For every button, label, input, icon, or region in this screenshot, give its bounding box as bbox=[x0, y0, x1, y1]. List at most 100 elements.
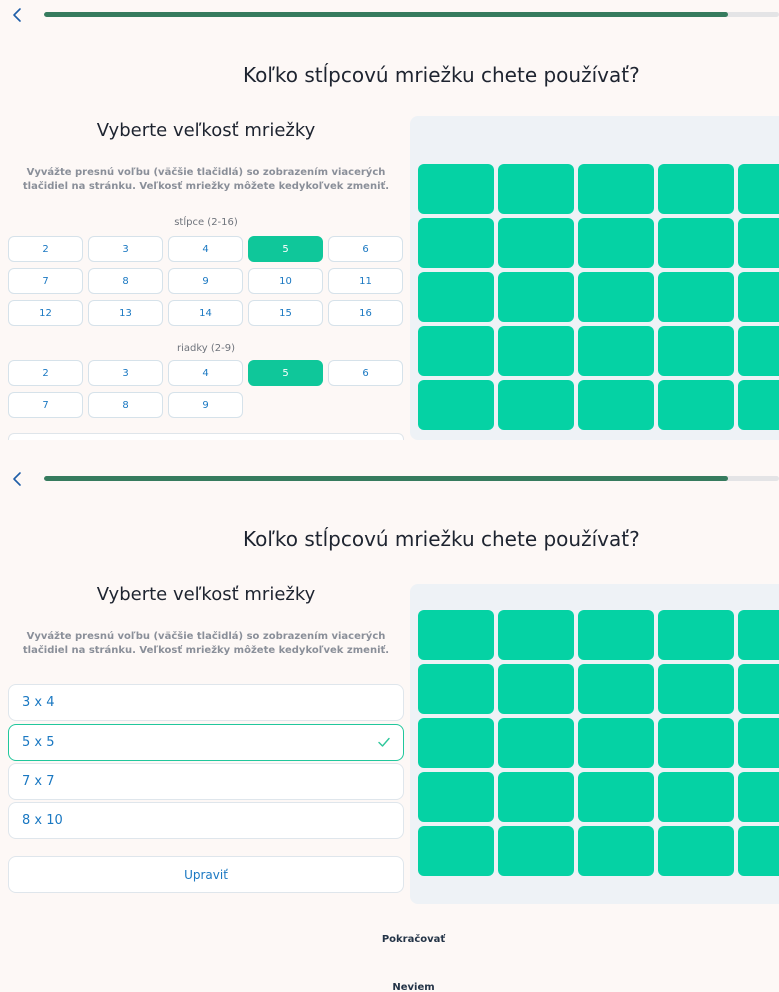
grid-preview-cell bbox=[498, 272, 574, 322]
grid-option[interactable]: 8 x 10 bbox=[8, 802, 404, 839]
grid-preview-cell bbox=[658, 164, 734, 214]
grid-preview-cell bbox=[418, 826, 494, 876]
grid-preview-cell bbox=[578, 326, 654, 376]
grid-preview-cell bbox=[418, 326, 494, 376]
grid-preview-cell bbox=[418, 380, 494, 430]
column-14-button[interactable]: 14 bbox=[168, 300, 243, 326]
grid-option[interactable]: 5 x 5 bbox=[8, 724, 404, 761]
grid-option-label: 3 x 4 bbox=[22, 695, 55, 710]
grid-preview-cell bbox=[658, 272, 734, 322]
grid-preview-cell bbox=[738, 218, 779, 268]
row-2-button[interactable]: 2 bbox=[8, 360, 83, 386]
row-7-button[interactable]: 7 bbox=[8, 392, 83, 418]
grid-preview-cell bbox=[418, 610, 494, 660]
row-9-button[interactable]: 9 bbox=[168, 392, 243, 418]
grid-preview-cell bbox=[498, 610, 574, 660]
grid-preview-cell bbox=[578, 826, 654, 876]
grid-option[interactable]: 7 x 7 bbox=[8, 763, 404, 800]
column-16-button[interactable]: 16 bbox=[328, 300, 403, 326]
grid-preview-cell bbox=[738, 664, 779, 714]
grid-preview-cell bbox=[738, 826, 779, 876]
column-13-button[interactable]: 13 bbox=[88, 300, 163, 326]
chevron-left-icon bbox=[13, 472, 21, 486]
progress-fill bbox=[44, 12, 728, 17]
column-6-button[interactable]: 6 bbox=[328, 236, 403, 262]
grid-preset-screen: Koľko stĺpcovú mriežku chete používať? V… bbox=[0, 464, 779, 992]
column-8-button[interactable]: 8 bbox=[88, 268, 163, 294]
grid-preview-cell bbox=[578, 272, 654, 322]
grid-preview-cell bbox=[658, 380, 734, 430]
grid-preview-cell bbox=[418, 718, 494, 768]
section-heading: Vyberte veľkosť mriežky bbox=[96, 120, 316, 141]
grid-preview-cell bbox=[498, 772, 574, 822]
column-2-button[interactable]: 2 bbox=[8, 236, 83, 262]
row-4-button[interactable]: 4 bbox=[168, 360, 243, 386]
grid-option[interactable]: 3 x 4 bbox=[8, 684, 404, 721]
grid-preview-cell bbox=[658, 772, 734, 822]
column-7-button[interactable]: 7 bbox=[8, 268, 83, 294]
progress-bar bbox=[44, 12, 779, 17]
grid-preview-cell bbox=[418, 164, 494, 214]
grid-option-label: 7 x 7 bbox=[22, 774, 55, 789]
grid-preview-cell bbox=[738, 164, 779, 214]
rows-label: riadky (2-9) bbox=[176, 343, 236, 354]
grid-preview-cell bbox=[418, 272, 494, 322]
description-text: Vyvážte presnú voľbu (väčšie tlačidlá) s… bbox=[22, 631, 390, 656]
page-title: Koľko stĺpcovú mriežku chete používať? bbox=[243, 527, 640, 551]
hidden-card bbox=[8, 433, 404, 440]
column-11-button[interactable]: 11 bbox=[328, 268, 403, 294]
grid-preview-cell bbox=[498, 380, 574, 430]
column-5-button[interactable]: 5 bbox=[248, 236, 323, 262]
progress-bar bbox=[44, 476, 779, 481]
grid-preview-cell bbox=[498, 164, 574, 214]
column-3-button[interactable]: 3 bbox=[88, 236, 163, 262]
grid-preview-cell bbox=[738, 272, 779, 322]
grid-preview-cell bbox=[578, 164, 654, 214]
column-10-button[interactable]: 10 bbox=[248, 268, 323, 294]
columns-label: stĺpce (2-16) bbox=[174, 217, 238, 228]
grid-preview-cell bbox=[738, 610, 779, 660]
grid-preview-cell bbox=[498, 218, 574, 268]
grid-preview-cell bbox=[578, 610, 654, 660]
grid-preview-cell bbox=[658, 718, 734, 768]
back-button[interactable] bbox=[9, 470, 27, 488]
column-9-button[interactable]: 9 bbox=[168, 268, 243, 294]
grid-preview-cell bbox=[658, 664, 734, 714]
column-12-button[interactable]: 12 bbox=[8, 300, 83, 326]
grid-preview-cell bbox=[658, 326, 734, 376]
description-text: Vyvážte presnú voľbu (väčšie tlačidlá) s… bbox=[22, 167, 390, 192]
check-icon bbox=[377, 735, 391, 749]
grid-option-label: 8 x 10 bbox=[22, 813, 63, 828]
grid-option-label: 5 x 5 bbox=[22, 735, 55, 750]
row-6-button[interactable]: 6 bbox=[328, 360, 403, 386]
grid-preview-cell bbox=[498, 826, 574, 876]
grid-preview bbox=[410, 116, 779, 440]
column-4-button[interactable]: 4 bbox=[168, 236, 243, 262]
grid-preview-cell bbox=[738, 380, 779, 430]
row-5-button[interactable]: 5 bbox=[248, 360, 323, 386]
edit-button[interactable]: Upraviť bbox=[8, 856, 404, 893]
grid-preview-cell bbox=[578, 772, 654, 822]
grid-preview-cell bbox=[738, 718, 779, 768]
grid-preview-cell bbox=[498, 664, 574, 714]
grid-preview-cell bbox=[738, 772, 779, 822]
back-button[interactable] bbox=[9, 6, 27, 24]
row-3-button[interactable]: 3 bbox=[88, 360, 163, 386]
continue-button[interactable]: Pokračovať bbox=[0, 934, 779, 945]
grid-preview-cell bbox=[418, 772, 494, 822]
grid-preview-cell bbox=[498, 326, 574, 376]
grid-preview-cell bbox=[658, 218, 734, 268]
grid-preview-cell bbox=[658, 826, 734, 876]
custom-grid-screen: Koľko stĺpcovú mriežku chete používať? V… bbox=[0, 0, 779, 440]
row-8-button[interactable]: 8 bbox=[88, 392, 163, 418]
dont-know-button[interactable]: Neviem bbox=[0, 982, 779, 992]
page-title: Koľko stĺpcovú mriežku chete používať? bbox=[243, 63, 640, 87]
section-heading: Vyberte veľkosť mriežky bbox=[96, 584, 316, 605]
progress-fill bbox=[44, 476, 728, 481]
grid-preview-cell bbox=[578, 718, 654, 768]
chevron-left-icon bbox=[13, 8, 21, 22]
grid-preview-cell bbox=[498, 718, 574, 768]
column-15-button[interactable]: 15 bbox=[248, 300, 323, 326]
grid-preview bbox=[410, 584, 779, 904]
grid-preview-cell bbox=[418, 218, 494, 268]
